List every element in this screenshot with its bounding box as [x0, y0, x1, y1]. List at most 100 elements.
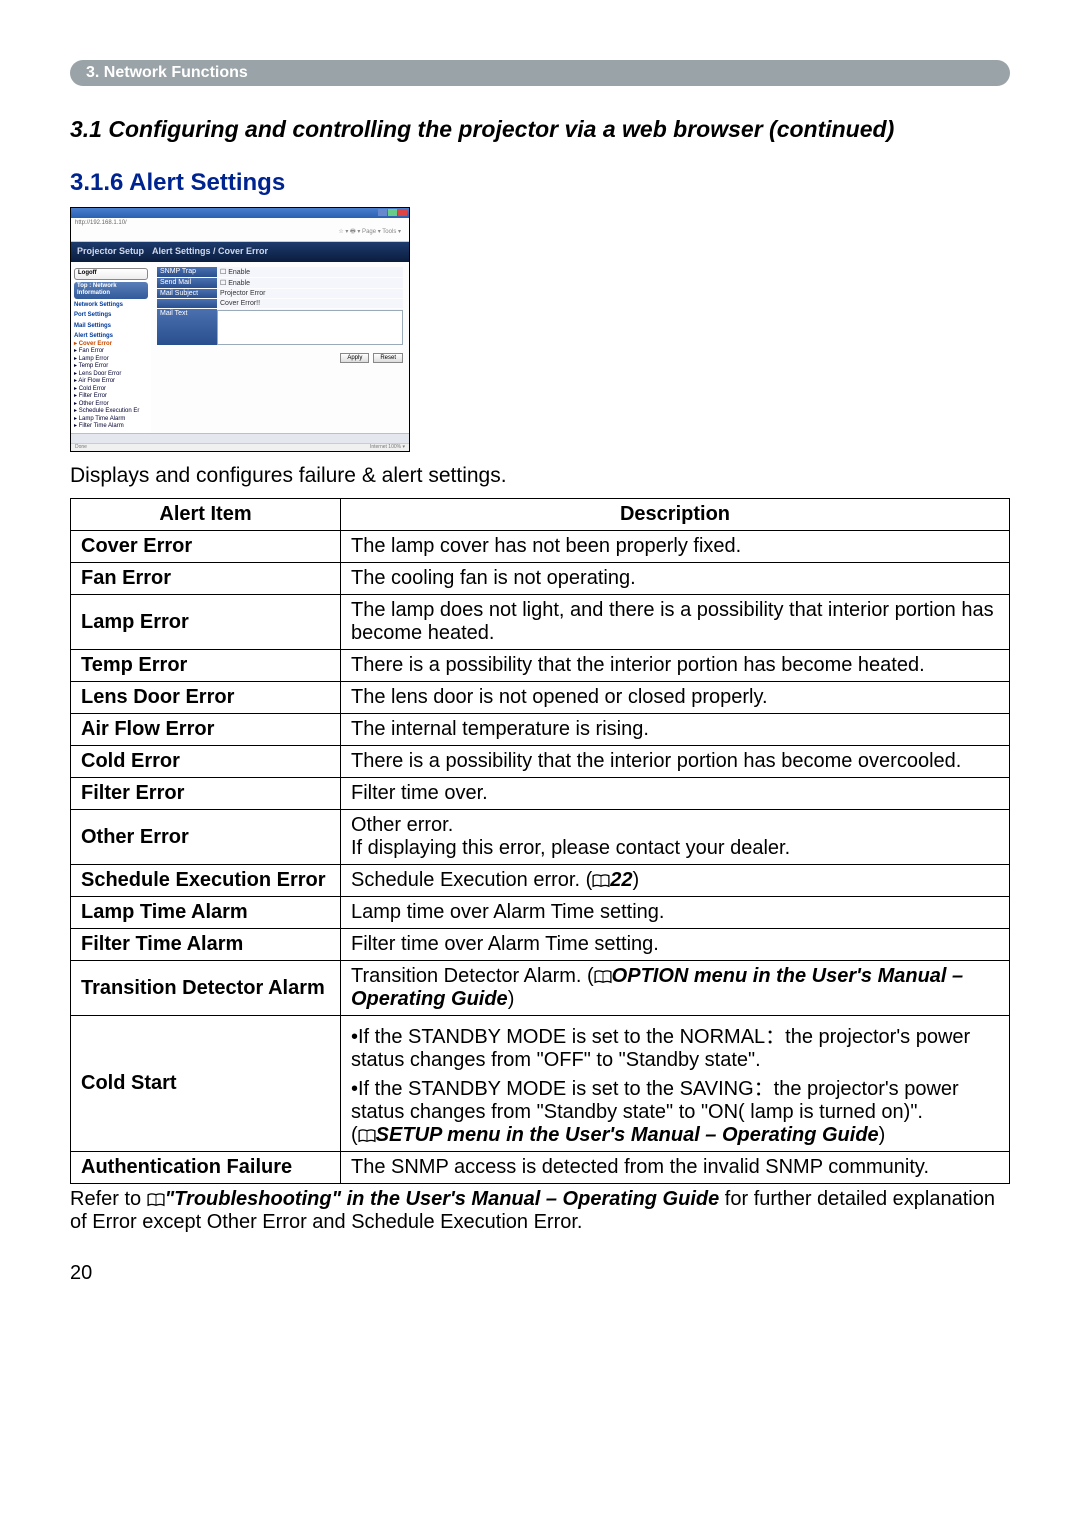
browser-toolbar: http://192.168.1.10/ ☆ ▾ 🖶 ▾ Page ▾ Tool…	[71, 218, 409, 242]
sidebar-alert-item[interactable]: ▸ Schedule Execution Er	[74, 408, 148, 416]
sidebar-alert-item[interactable]: ▸ Air Flow Error	[74, 378, 148, 386]
table-row: Fan ErrorThe cooling fan is not operatin…	[71, 563, 1010, 595]
sidebar-alert-current[interactable]: ▸ Cover Error	[74, 341, 148, 349]
table-row: Filter Time AlarmFilter time over Alarm …	[71, 929, 1010, 961]
section-title: 3.1 Configuring and controlling the proj…	[70, 116, 1010, 143]
sidebar-link[interactable]: Network Settings	[74, 302, 148, 310]
alert-desc: Lamp time over Alarm Time setting.	[341, 897, 1010, 929]
sidebar-alert-item[interactable]: ▸ Filter Time Alarm	[74, 423, 148, 431]
table-row: Schedule Execution ErrorSchedule Executi…	[71, 865, 1010, 897]
apply-button[interactable]: Apply	[340, 353, 369, 363]
sidebar-tab-top[interactable]: Top : Network Information	[74, 282, 148, 299]
intro-text: Displays and configures failure & alert …	[70, 464, 1010, 488]
subsection-title: 3.1.6 Alert Settings	[70, 169, 1010, 197]
table-row: Lamp ErrorThe lamp does not light, and t…	[71, 595, 1010, 650]
alert-item: Air Flow Error	[71, 714, 341, 746]
book-icon	[592, 871, 610, 885]
sidebar-alert-item[interactable]: ▸ Fan Error	[74, 348, 148, 356]
sidebar-link[interactable]: Mail Settings	[74, 323, 148, 331]
main-panel: SNMP Trap☐ Enable Send Mail☐ Enable Mail…	[151, 262, 409, 442]
alert-item: Temp Error	[71, 650, 341, 682]
page-banner: Projector Setup Alert Settings / Cover E…	[71, 242, 409, 262]
alert-desc: Transition Detector Alarm. (OPTION menu …	[341, 961, 1010, 1016]
alert-item: Lens Door Error	[71, 682, 341, 714]
chapter-bar: 3. Network Functions	[70, 60, 1010, 86]
table-row: Transition Detector AlarmTransition Dete…	[71, 961, 1010, 1016]
table-row: Lens Door ErrorThe lens door is not open…	[71, 682, 1010, 714]
alert-table: Alert Item Description Cover ErrorThe la…	[70, 498, 1010, 1184]
banner-title: Projector Setup	[77, 246, 144, 258]
panel-title: Alert Settings / Cover Error	[152, 246, 268, 258]
sidebar-alert-item[interactable]: ▸ Temp Error	[74, 363, 148, 371]
alert-item: Filter Time Alarm	[71, 929, 341, 961]
row-value[interactable]: ☐ Enable	[217, 267, 403, 277]
alert-item: Schedule Execution Error	[71, 865, 341, 897]
sidebar-alert-item[interactable]: ▸ Cold Error	[74, 386, 148, 394]
alert-desc: The lens door is not opened or closed pr…	[341, 682, 1010, 714]
table-row: Other ErrorOther error. If displaying th…	[71, 810, 1010, 865]
alert-desc: Filter time over.	[341, 778, 1010, 810]
row-value[interactable]: Projector Error	[217, 289, 403, 298]
alert-item: Lamp Error	[71, 595, 341, 650]
alert-item: Transition Detector Alarm	[71, 961, 341, 1016]
table-row: Lamp Time AlarmLamp time over Alarm Time…	[71, 897, 1010, 929]
book-icon	[358, 1126, 376, 1140]
manual-ref: "Troubleshooting" in the User's Manual –…	[165, 1188, 720, 1210]
table-row: Authentication FailureThe SNMP access is…	[71, 1152, 1010, 1184]
horizontal-scrollbar[interactable]	[71, 433, 409, 443]
table-row: Cold Start•If the STANDBY MODE is set to…	[71, 1016, 1010, 1152]
alert-item: Cold Error	[71, 746, 341, 778]
minimize-icon[interactable]	[378, 209, 387, 216]
mail-text-input[interactable]	[217, 310, 403, 345]
embedded-browser-screenshot: http://192.168.1.10/ ☆ ▾ 🖶 ▾ Page ▾ Tool…	[70, 207, 410, 452]
browser-tools-row: ☆ ▾ 🖶 ▾ Page ▾ Tools ▾	[75, 226, 405, 238]
reset-button[interactable]: Reset	[373, 353, 403, 363]
sidebar: Logoff Top : Network Information Network…	[71, 262, 151, 442]
address-bar[interactable]: http://192.168.1.10/	[75, 220, 127, 226]
alert-item: Cover Error	[71, 531, 341, 563]
status-right: Internet 100% ▾	[370, 444, 405, 451]
page-number: 20	[70, 1262, 1010, 1285]
window-titlebar	[71, 208, 409, 218]
sidebar-tab-logoff[interactable]: Logoff	[74, 268, 148, 280]
table-row: Air Flow ErrorThe internal temperature i…	[71, 714, 1010, 746]
table-header-row: Alert Item Description	[71, 499, 1010, 531]
header-item: Alert Item	[71, 499, 341, 531]
table-row: Cover ErrorThe lamp cover has not been p…	[71, 531, 1010, 563]
alert-desc: Schedule Execution error. (22)	[341, 865, 1010, 897]
alert-desc: •If the STANDBY MODE is set to the NORMA…	[341, 1016, 1010, 1152]
sidebar-alert-item[interactable]: ▸ Lens Door Error	[74, 371, 148, 379]
footer-text: Refer to "Troubleshooting" in the User's…	[70, 1188, 1010, 1234]
book-icon	[594, 967, 612, 981]
window-buttons[interactable]	[378, 209, 407, 216]
sidebar-alert-header: Alert Settings	[74, 333, 148, 341]
alert-desc: There is a possibility that the interior…	[341, 650, 1010, 682]
table-row: Filter ErrorFilter time over.	[71, 778, 1010, 810]
alert-item: Lamp Time Alarm	[71, 897, 341, 929]
row-label: Send Mail	[157, 278, 217, 288]
mail-text-label: Mail Text	[157, 309, 217, 345]
sidebar-link[interactable]: Port Settings	[74, 312, 148, 320]
sidebar-alert-item[interactable]: ▸ Other Error	[74, 401, 148, 409]
table-row: Temp ErrorThere is a possibility that th…	[71, 650, 1010, 682]
book-icon	[147, 1190, 165, 1204]
sidebar-alert-item[interactable]: ▸ Lamp Time Alarm	[74, 416, 148, 424]
table-row: Cold ErrorThere is a possibility that th…	[71, 746, 1010, 778]
alert-desc: The SNMP access is detected from the inv…	[341, 1152, 1010, 1184]
alert-desc: Other error. If displaying this error, p…	[341, 810, 1010, 865]
alert-desc: There is a possibility that the interior…	[341, 746, 1010, 778]
alert-desc: Filter time over Alarm Time setting.	[341, 929, 1010, 961]
close-icon[interactable]	[398, 209, 407, 216]
alert-item: Filter Error	[71, 778, 341, 810]
row-value[interactable]: ☐ Enable	[217, 278, 403, 288]
alert-item: Other Error	[71, 810, 341, 865]
alert-item: Cold Start	[71, 1016, 341, 1152]
sidebar-alert-item[interactable]: ▸ Lamp Error	[74, 356, 148, 364]
sidebar-alert-item[interactable]: ▸ Filter Error	[74, 393, 148, 401]
header-desc: Description	[341, 499, 1010, 531]
row-value[interactable]: Cover Error!!	[217, 299, 403, 308]
maximize-icon[interactable]	[388, 209, 397, 216]
page-ref: 22	[610, 869, 632, 891]
manual-ref: SETUP menu in the User's Manual – Operat…	[376, 1124, 879, 1146]
row-label: Mail Subject	[157, 289, 217, 298]
